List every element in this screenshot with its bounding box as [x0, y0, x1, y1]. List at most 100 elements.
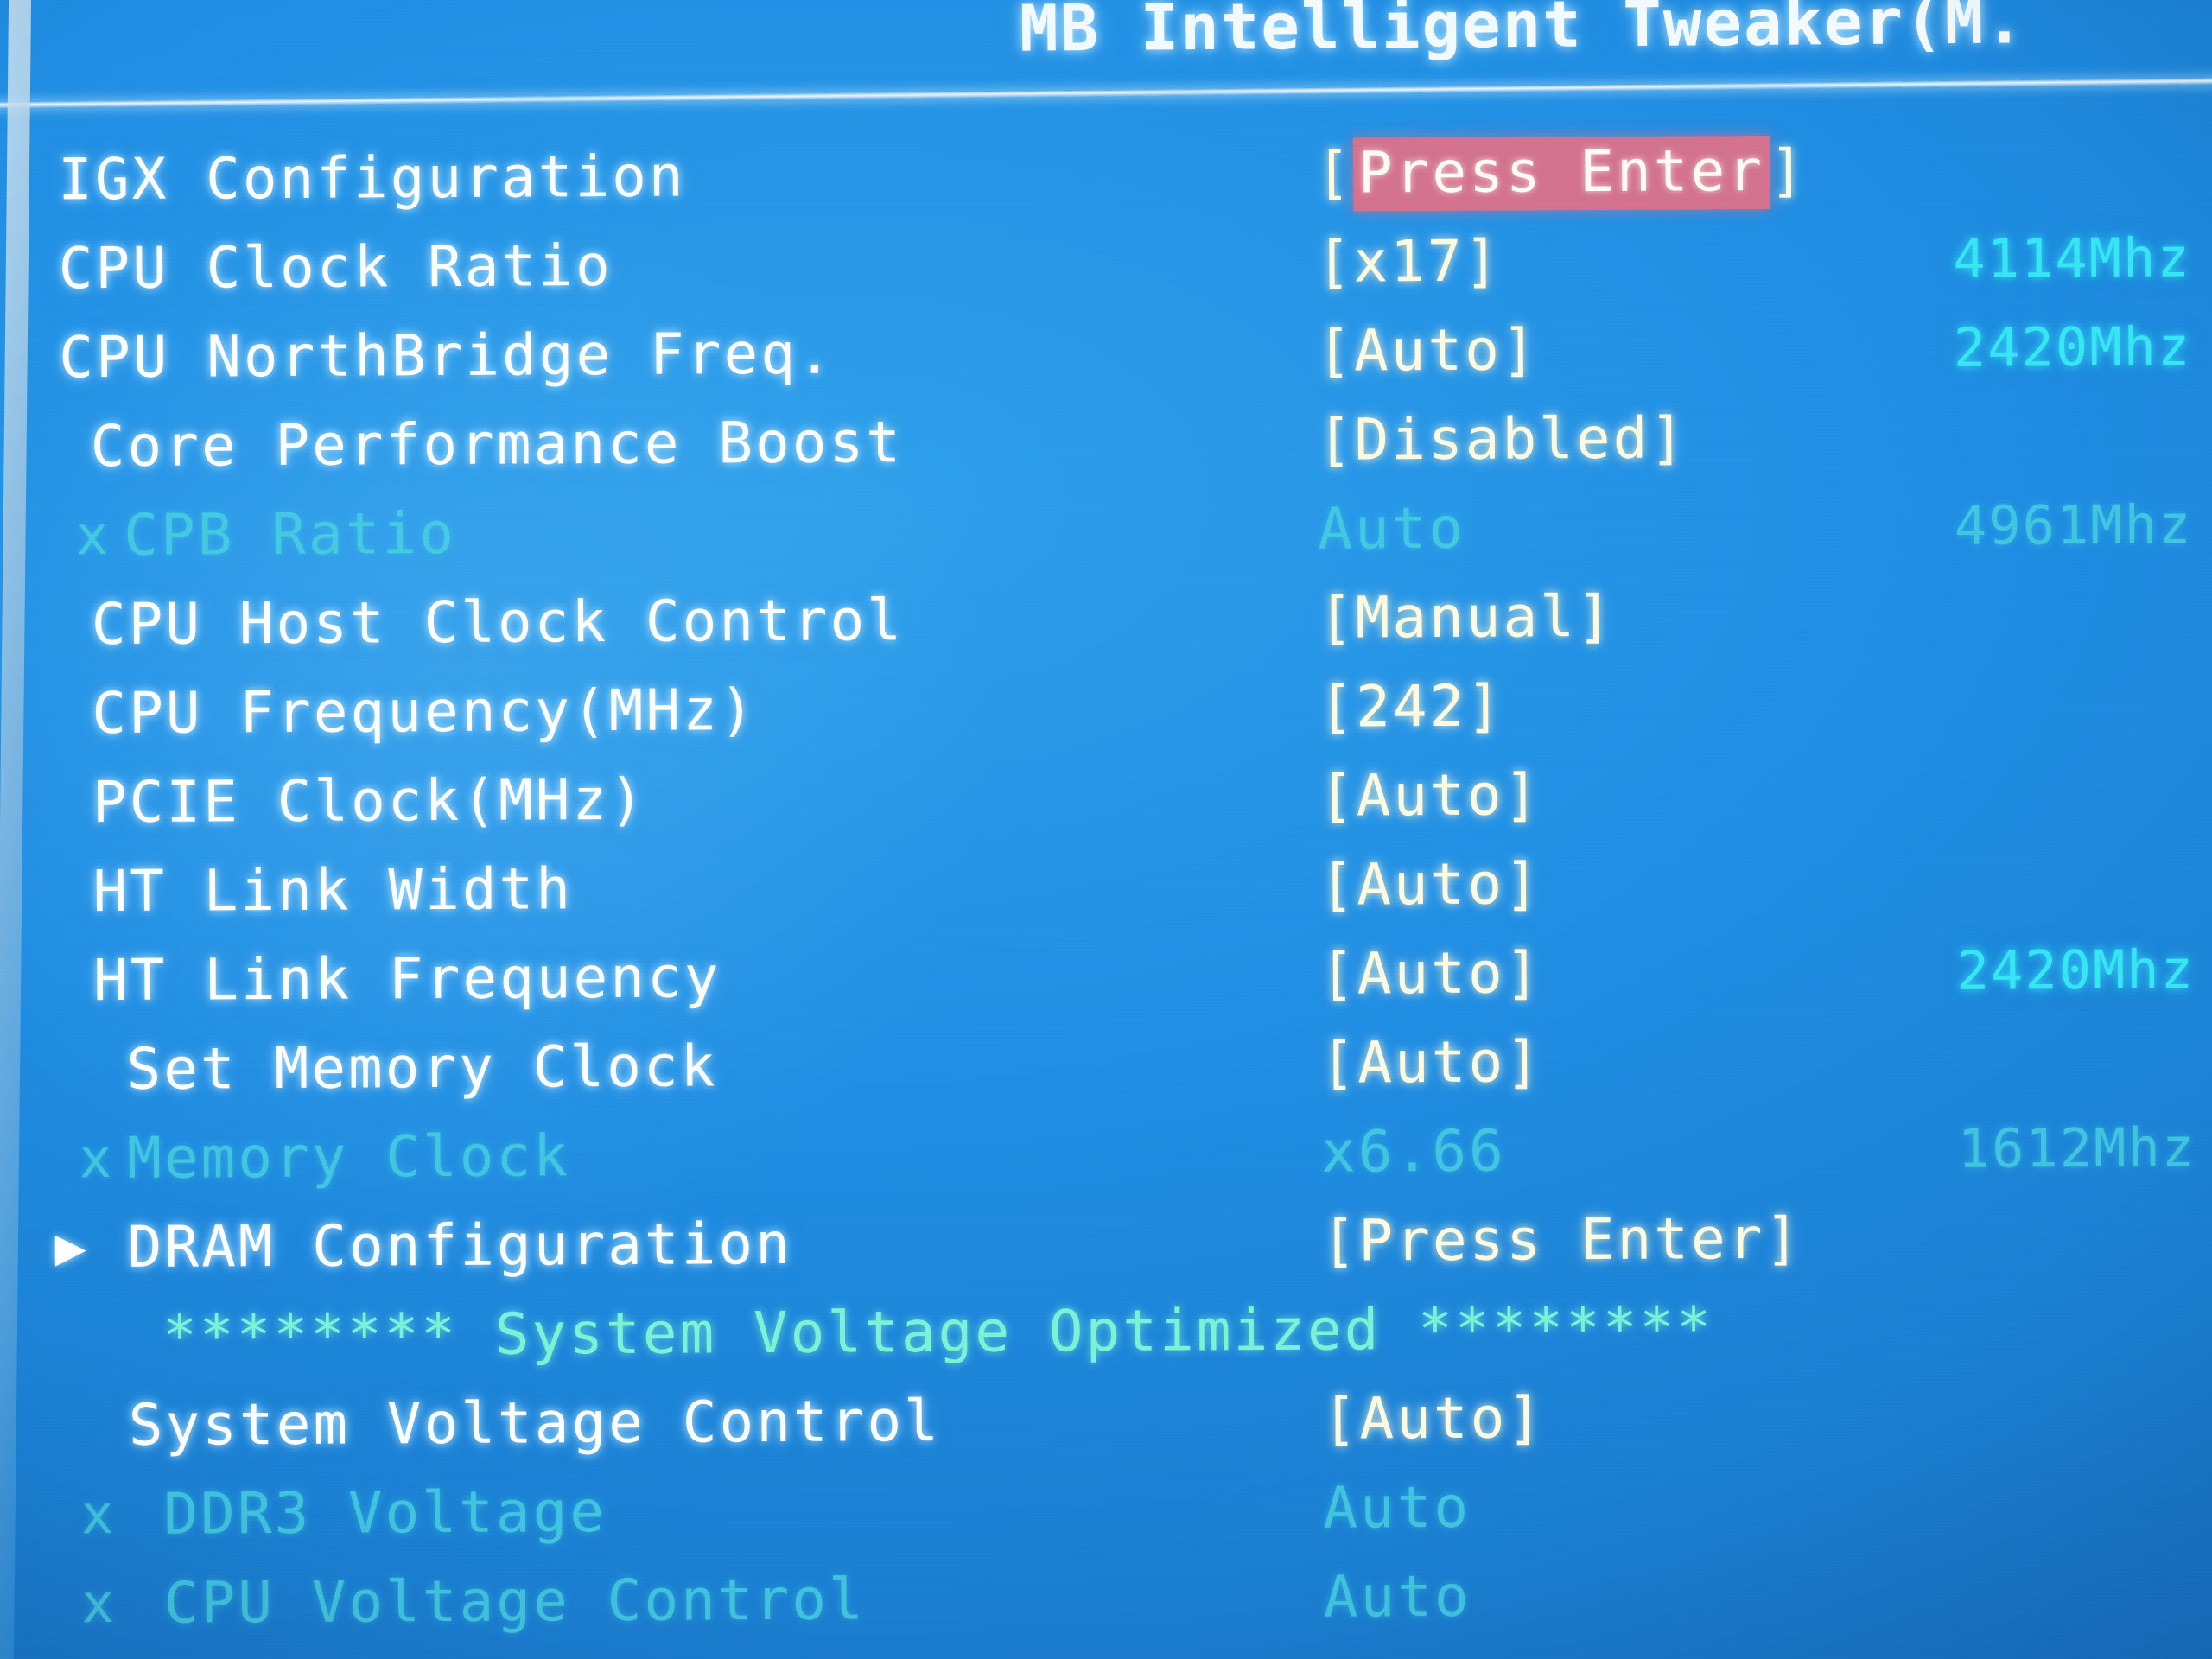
setting-value[interactable]: [x17] — [1316, 217, 1501, 307]
setting-value[interactable]: [Press Enter] — [1321, 1194, 1802, 1286]
setting-value-text[interactable]: Auto — [1359, 1385, 1507, 1452]
settings-row[interactable]: HT Link Frequency [Auto] 2420Mhz — [0, 925, 2212, 1025]
settings-row[interactable]: x CPB Ratio Auto 4961Mhz — [0, 480, 2210, 580]
setting-label: CPU NorthBridge Freq. — [59, 320, 835, 391]
frequency-readout: 4114Mhz — [1953, 226, 2191, 290]
frequency-readout: 2420Mhz — [1956, 938, 2196, 1002]
frequency-readout: 1612Mhz — [1957, 1116, 2196, 1180]
settings-row[interactable]: Core Performance Boost [Disabled] — [0, 391, 2209, 491]
value-bracket-open: [ — [1318, 584, 1356, 652]
settings-row[interactable]: IGX Configuration [Press Enter] — [0, 124, 2208, 224]
header-divider — [0, 77, 2212, 109]
setting-label: DRAM Configuration — [127, 1210, 793, 1281]
settings-row[interactable]: x Memory Clock x6.66 1612Mhz — [1, 1103, 2212, 1203]
value-bracket-open: [ — [1319, 762, 1357, 830]
value-bracket-open: [ — [1319, 673, 1357, 741]
setting-value-text[interactable]: x6.66 — [1321, 1118, 1506, 1185]
value-bracket-close: ] — [1505, 1028, 1543, 1096]
value-bracket-close: ] — [1464, 227, 1502, 295]
settings-row[interactable]: x CPU Voltage Control Auto — [3, 1548, 2212, 1648]
setting-label: ******** System Voltage Optimized ******… — [162, 1294, 1714, 1370]
setting-value[interactable]: [Auto] — [1317, 305, 1539, 395]
setting-label: PCIE Clock(MHz) — [92, 766, 647, 836]
value-bracket-open: [ — [1316, 228, 1354, 296]
value-bracket-open: [ — [1317, 406, 1355, 474]
value-bracket-open: [ — [1321, 1207, 1359, 1274]
settings-row[interactable]: System Voltage Control [Auto] — [2, 1370, 2212, 1470]
setting-value[interactable]: [Auto] — [1320, 1017, 1542, 1107]
setting-value[interactable]: Auto — [1318, 484, 1465, 574]
settings-list: IGX Configuration [Press Enter] CPU Clock … — [0, 124, 2212, 1659]
setting-value-text[interactable]: Auto — [1324, 1652, 1471, 1659]
settings-row[interactable]: CPU NorthBridge Freq. [Auto] 2420Mhz — [0, 302, 2209, 402]
setting-label: Set Memory Clock — [126, 1033, 718, 1103]
setting-value-text[interactable]: x17 — [1353, 228, 1465, 296]
settings-row[interactable]: ▶ DRAM Configuration [Press Enter] — [1, 1192, 2212, 1292]
disabled-marker-icon: x — [80, 1483, 114, 1547]
setting-value-text[interactable]: 242 — [1356, 673, 1467, 741]
setting-value-text[interactable]: Auto — [1324, 1563, 1471, 1630]
value-bracket-close: ] — [1504, 939, 1542, 1007]
value-bracket-close: ] — [1576, 582, 1614, 651]
setting-value[interactable]: [Manual] — [1319, 572, 1614, 663]
value-bracket-open: [ — [1317, 317, 1355, 385]
value-bracket-close: ] — [1649, 404, 1688, 472]
value-bracket-open: [ — [1319, 851, 1357, 918]
frequency-readout: 2420Mhz — [1953, 315, 2192, 379]
settings-row[interactable]: Set Memory Clock [Auto] — [0, 1014, 2212, 1114]
disabled-marker-icon: x — [79, 1127, 112, 1191]
value-bracket-close: ] — [1466, 672, 1504, 740]
setting-value-text[interactable]: Press Enter — [1358, 1205, 1764, 1274]
setting-value[interactable]: [Auto] — [1319, 839, 1541, 929]
setting-value-text[interactable]: Auto — [1357, 851, 1504, 918]
setting-label: Memory Clock — [126, 1122, 571, 1192]
setting-value-text[interactable]: Auto — [1354, 317, 1502, 385]
setting-label: HT Link Frequency — [92, 944, 721, 1014]
setting-value[interactable]: [Disabled] — [1317, 393, 1688, 484]
setting-label: CPU Clock Ratio — [58, 232, 613, 302]
page-title: MB Intelligent Tweaker(M. — [1019, 0, 2026, 67]
value-bracket-open: [ — [1319, 940, 1357, 1007]
setting-value[interactable]: [Auto] — [1322, 1373, 1544, 1463]
value-bracket-close: ] — [1764, 1205, 1802, 1273]
setting-label: CPU MB VID Control — [164, 1644, 830, 1659]
settings-row[interactable]: PCIE Clock(MHz) [Auto] — [0, 747, 2211, 847]
setting-label: CPU Host Clock Control — [91, 587, 905, 658]
setting-value[interactable]: Auto — [1324, 1552, 1471, 1642]
value-bracket-close: ] — [1501, 316, 1539, 384]
setting-value[interactable]: [Auto] — [1320, 928, 1542, 1018]
setting-value-text[interactable]: Auto — [1357, 1029, 1505, 1096]
setting-label: CPU Voltage Control — [163, 1566, 866, 1637]
frequency-readout: 4961Mhz — [1954, 493, 2193, 557]
value-bracket-close: ] — [1503, 850, 1542, 918]
setting-label: IGX Configuration — [57, 143, 686, 213]
settings-row: ******** System Voltage Optimized ******… — [2, 1281, 2212, 1381]
settings-row[interactable]: CPU Frequency(MHz) [242] — [0, 658, 2211, 758]
settings-row[interactable]: CPU Clock Ratio [x17] 4114Mhz — [0, 213, 2209, 313]
setting-value-text[interactable]: Disabled — [1354, 405, 1649, 474]
value-bracket-close: ] — [1507, 1384, 1545, 1452]
settings-row[interactable]: HT Link Width [Auto] — [0, 836, 2212, 936]
settings-row[interactable]: x DDR3 Voltage Auto — [3, 1459, 2212, 1559]
value-bracket-close: ] — [1769, 137, 1807, 204]
setting-value[interactable]: x6.66 — [1321, 1107, 1506, 1197]
setting-label: HT Link Width — [92, 855, 574, 925]
setting-value-text[interactable]: Auto — [1323, 1474, 1471, 1541]
setting-value[interactable]: [Press Enter] — [1316, 126, 1807, 218]
setting-label: System Voltage Control — [128, 1388, 942, 1459]
value-bracket-close: ] — [1503, 761, 1541, 829]
setting-value-text[interactable]: Auto — [1356, 762, 1503, 830]
setting-value-text[interactable]: Manual — [1355, 583, 1577, 651]
setting-value-text[interactable]: Auto — [1357, 940, 1505, 1007]
setting-value[interactable]: Auto — [1323, 1463, 1471, 1553]
setting-value-text[interactable]: Press Enter — [1352, 135, 1770, 212]
value-bracket-open: [ — [1322, 1385, 1360, 1452]
disabled-marker-icon: x — [81, 1572, 114, 1636]
settings-row[interactable]: CPU Host Clock Control [Manual] — [0, 569, 2210, 669]
bios-screen: MB Intelligent Tweaker(M. IGX Configurat… — [0, 0, 2212, 1659]
setting-value[interactable]: [242] — [1319, 662, 1503, 752]
setting-value-text[interactable]: Auto — [1318, 495, 1465, 563]
setting-value[interactable]: [Auto] — [1319, 750, 1541, 840]
setting-value[interactable]: Auto — [1324, 1641, 1471, 1659]
value-bracket-open: [ — [1315, 139, 1354, 207]
